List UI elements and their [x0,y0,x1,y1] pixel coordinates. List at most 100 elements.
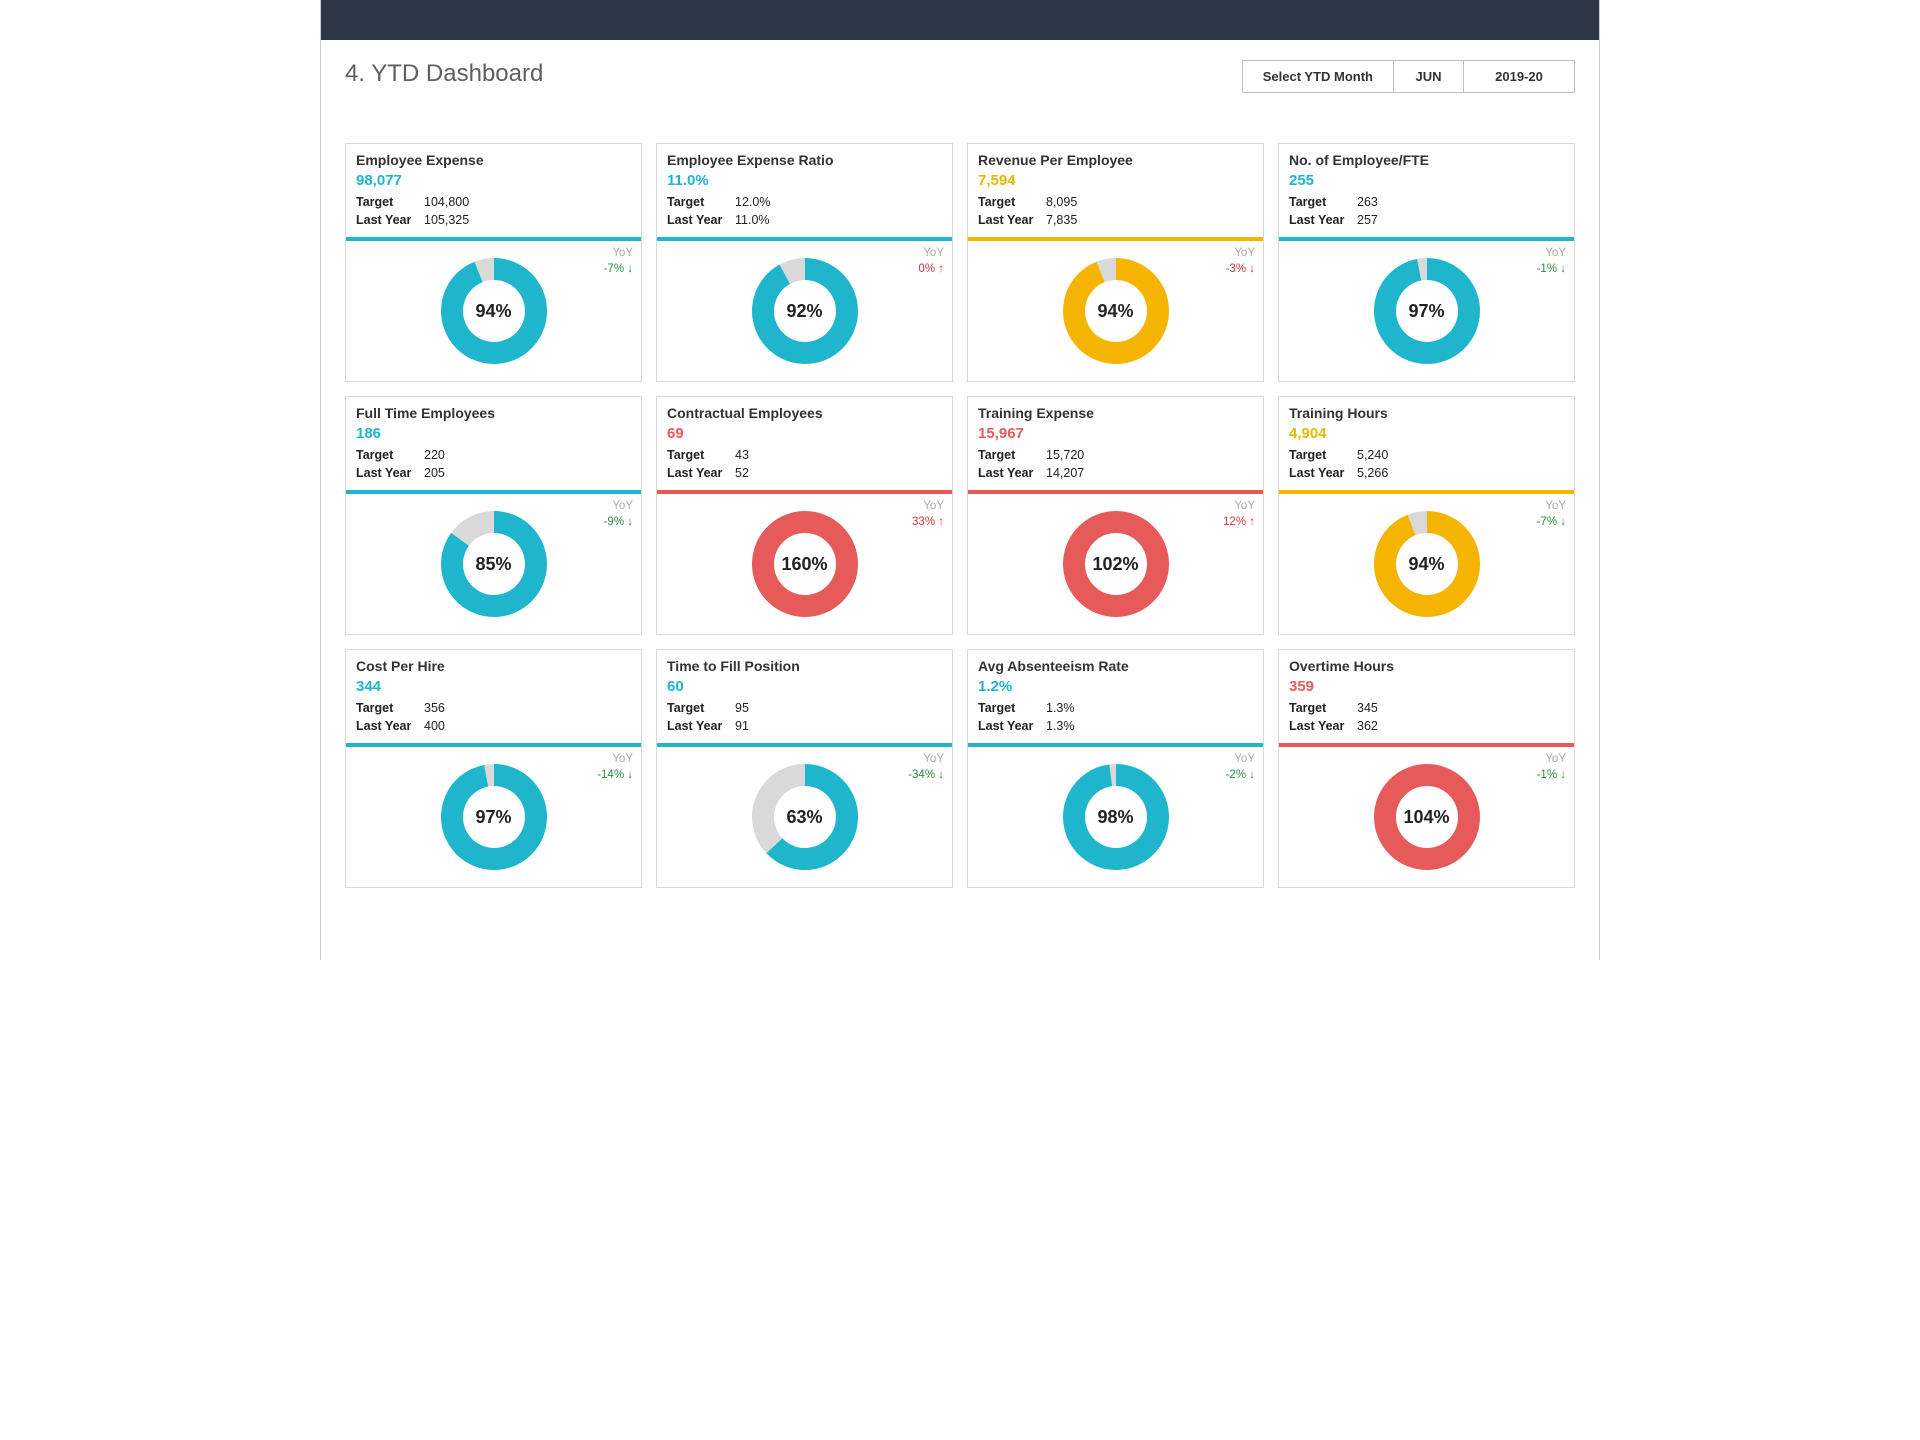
donut-icon: 85% [440,510,548,618]
card-title: No. of Employee/FTE [1289,152,1564,168]
year-selector[interactable]: 2019-20 [1464,61,1574,92]
yoy-block: YoY -9% ↓ [604,498,633,530]
card-value: 255 [1289,172,1564,189]
card-bottom: YoY 12% ↑ 102% [968,494,1263,634]
target-label: Target [667,448,735,462]
card-bottom: YoY 33% ↑ 160% [657,494,952,634]
last-year-row: Last Year 205 [356,466,631,480]
last-year-label: Last Year [978,213,1046,227]
donut-icon: 97% [440,763,548,871]
card-bottom: YoY -2% ↓ 98% [968,747,1263,887]
kpi-card: Time to Fill Position 60 Target 95 Last … [656,649,953,888]
last-year-row: Last Year 11.0% [667,213,942,227]
last-year-value: 11.0% [735,213,770,227]
donut-center-label: 85% [440,510,548,618]
selector-label: Select YTD Month [1243,61,1394,92]
last-year-value: 205 [424,466,445,480]
target-value: 5,240 [1357,448,1388,462]
target-label: Target [1289,195,1357,209]
donut-chart: 160% [665,498,944,630]
kpi-card: Revenue Per Employee 7,594 Target 8,095 … [967,143,1264,382]
last-year-label: Last Year [356,466,424,480]
target-row: Target 95 [667,701,942,715]
donut-chart: 102% [976,498,1255,630]
target-label: Target [978,195,1046,209]
target-label: Target [978,701,1046,715]
last-year-label: Last Year [1289,719,1357,733]
page-title: 4. YTD Dashboard [345,60,543,88]
last-year-value: 91 [735,719,749,733]
last-year-value: 400 [424,719,445,733]
target-value: 263 [1357,195,1378,209]
donut-chart: 94% [1287,498,1566,630]
target-value: 356 [424,701,445,715]
yoy-value: 12% ↑ [1223,514,1255,530]
target-value: 43 [735,448,749,462]
kpi-card: Overtime Hours 359 Target 345 Last Year … [1278,649,1575,888]
target-value: 345 [1357,701,1378,715]
card-value: 186 [356,425,631,442]
card-title: Full Time Employees [356,405,631,421]
donut-chart: 92% [665,245,944,377]
yoy-value: -7% ↓ [1537,514,1566,530]
card-bottom: YoY -34% ↓ 63% [657,747,952,887]
donut-icon: 94% [1062,257,1170,365]
card-top: Training Expense 15,967 Target 15,720 La… [968,397,1263,490]
target-value: 95 [735,701,749,715]
yoy-label: YoY [1537,245,1566,261]
card-bottom: YoY -3% ↓ 94% [968,241,1263,381]
donut-icon: 102% [1062,510,1170,618]
target-row: Target 43 [667,448,942,462]
last-year-row: Last Year 400 [356,719,631,733]
last-year-row: Last Year 7,835 [978,213,1253,227]
yoy-label: YoY [1226,245,1255,261]
yoy-block: YoY 12% ↑ [1223,498,1255,530]
target-value: 12.0% [735,195,770,209]
yoy-label: YoY [597,751,633,767]
card-bottom: YoY -7% ↓ 94% [346,241,641,381]
card-top: Employee Expense 98,077 Target 104,800 L… [346,144,641,237]
last-year-value: 5,266 [1357,466,1388,480]
card-value: 1.2% [978,678,1253,695]
yoy-value: -34% ↓ [908,767,944,783]
last-year-row: Last Year 362 [1289,719,1564,733]
target-label: Target [1289,701,1357,715]
donut-chart: 94% [976,245,1255,377]
kpi-card: Cost Per Hire 344 Target 356 Last Year 4… [345,649,642,888]
target-value: 1.3% [1046,701,1075,715]
card-title: Avg Absenteeism Rate [978,658,1253,674]
month-selector[interactable]: JUN [1394,61,1464,92]
donut-center-label: 92% [751,257,859,365]
donut-icon: 104% [1373,763,1481,871]
card-top: Employee Expense Ratio 11.0% Target 12.0… [657,144,952,237]
yoy-block: YoY -1% ↓ [1537,751,1566,783]
donut-icon: 160% [751,510,859,618]
donut-center-label: 98% [1062,763,1170,871]
donut-center-label: 97% [1373,257,1481,365]
card-value: 98,077 [356,172,631,189]
kpi-grid: Employee Expense 98,077 Target 104,800 L… [321,93,1599,888]
card-value: 4,904 [1289,425,1564,442]
last-year-row: Last Year 257 [1289,213,1564,227]
donut-center-label: 102% [1062,510,1170,618]
donut-chart: 97% [1287,245,1566,377]
card-top: Time to Fill Position 60 Target 95 Last … [657,650,952,743]
target-row: Target 263 [1289,195,1564,209]
target-row: Target 12.0% [667,195,942,209]
card-title: Revenue Per Employee [978,152,1253,168]
card-title: Employee Expense [356,152,631,168]
target-value: 104,800 [424,195,469,209]
target-label: Target [667,195,735,209]
last-year-value: 14,207 [1046,466,1084,480]
last-year-label: Last Year [978,466,1046,480]
donut-icon: 63% [751,763,859,871]
donut-chart: 85% [354,498,633,630]
last-year-value: 52 [735,466,749,480]
donut-chart: 94% [354,245,633,377]
donut-icon: 92% [751,257,859,365]
target-value: 15,720 [1046,448,1084,462]
card-title: Time to Fill Position [667,658,942,674]
target-row: Target 356 [356,701,631,715]
target-value: 8,095 [1046,195,1077,209]
kpi-card: Contractual Employees 69 Target 43 Last … [656,396,953,635]
